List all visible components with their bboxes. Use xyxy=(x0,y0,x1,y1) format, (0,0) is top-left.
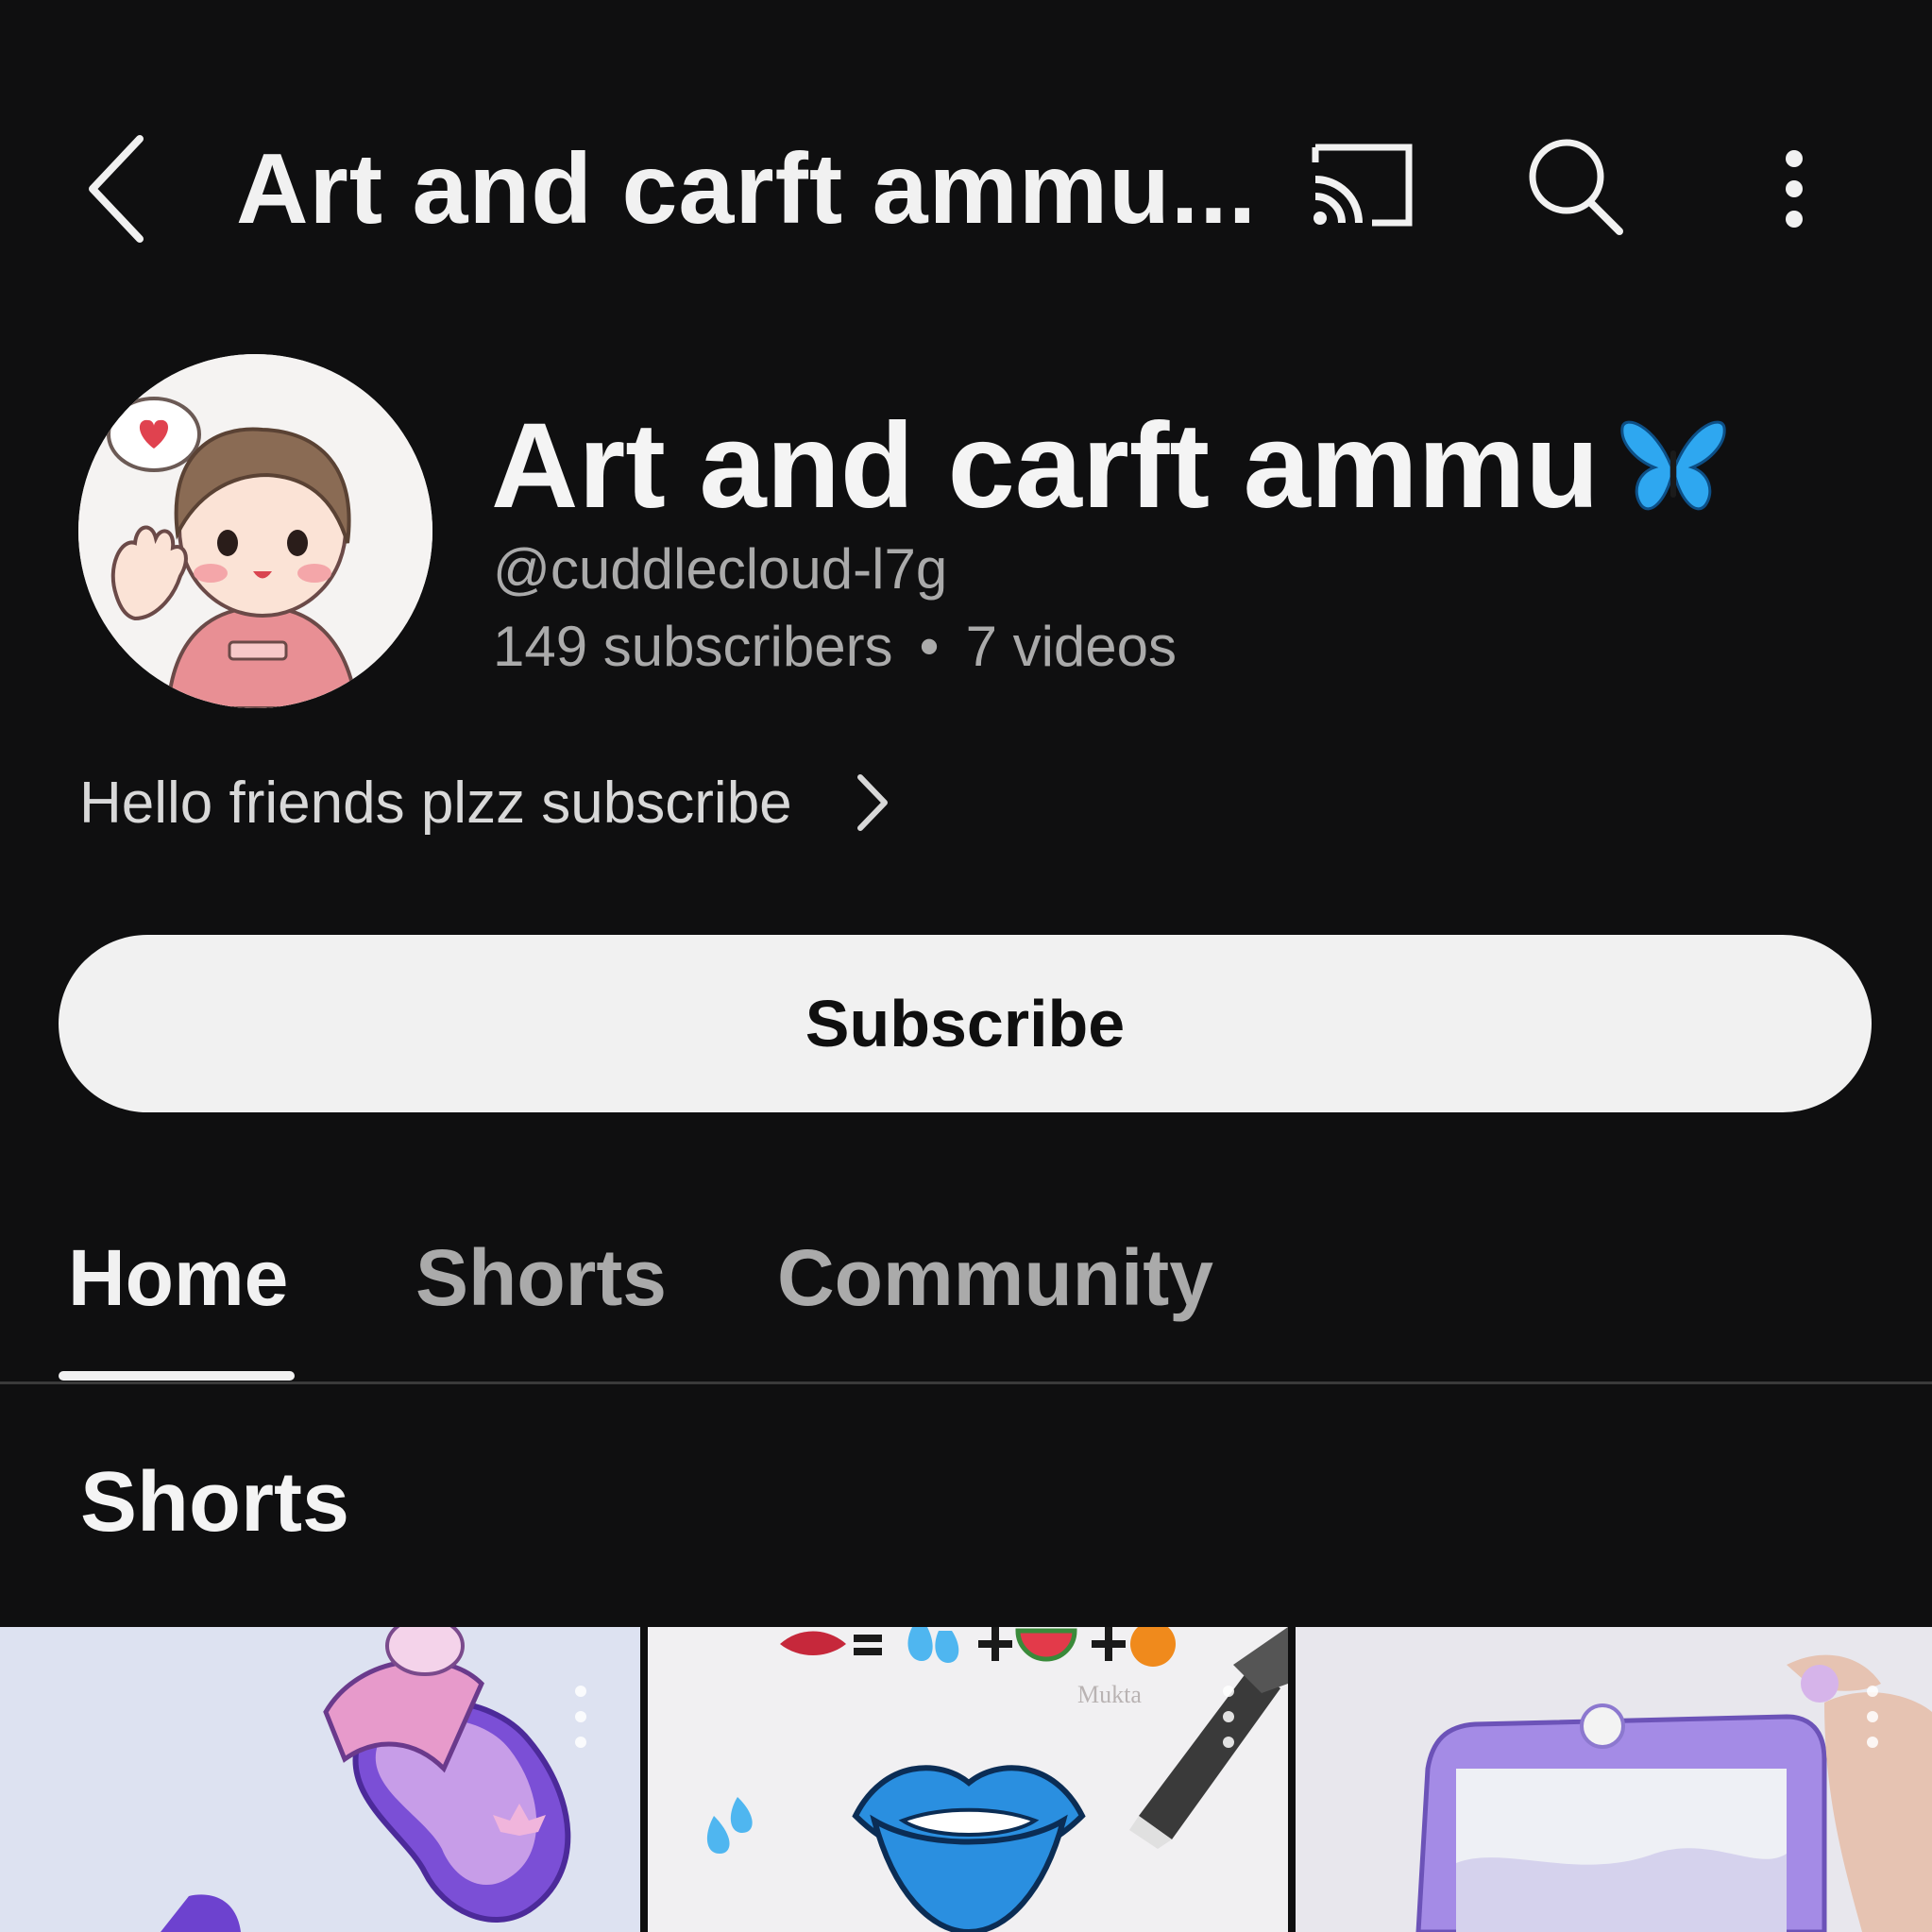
short-card[interactable]: Mukta xyxy=(648,1627,1288,1932)
subscriber-count: 149 subscribers xyxy=(493,615,893,678)
cast-button[interactable] xyxy=(1308,142,1416,231)
channel-description: Hello friends plzz subscribe xyxy=(79,770,792,836)
chevron-right-icon xyxy=(856,774,888,831)
channel-page: Art and carft ammu... Art and carft ammu… xyxy=(0,0,1932,1932)
tab-shorts[interactable]: Shorts xyxy=(415,1232,667,1324)
tabs-divider xyxy=(0,1381,1932,1384)
top-app-bar: Art and carft ammu... xyxy=(0,0,1932,312)
search-button[interactable] xyxy=(1525,137,1629,241)
butterfly-icon xyxy=(1620,420,1726,510)
channel-avatar[interactable] xyxy=(78,354,432,708)
topbar-title: Art and carft ammu... xyxy=(236,133,1258,245)
shorts-section-title: Shorts xyxy=(80,1455,350,1550)
tab-home[interactable]: Home xyxy=(68,1232,288,1324)
more-vert-icon[interactable] xyxy=(567,1682,595,1753)
back-button[interactable] xyxy=(76,127,170,250)
short-thumbnail: Mukta xyxy=(648,1627,1288,1932)
selected-tab-indicator xyxy=(59,1371,295,1381)
channel-stats: 149 subscribers • 7 videos xyxy=(493,614,1177,679)
more-vert-icon[interactable] xyxy=(1214,1682,1243,1753)
tab-community[interactable]: Community xyxy=(777,1232,1213,1324)
back-arrow-icon xyxy=(89,135,144,243)
channel-handle: @cuddlecloud-l7g xyxy=(493,537,948,601)
subscribe-button[interactable]: Subscribe xyxy=(59,935,1872,1112)
more-vert-icon xyxy=(1786,150,1803,228)
video-count: 7 videos xyxy=(965,615,1178,678)
channel-description-link[interactable]: Hello friends plzz subscribe xyxy=(79,765,896,840)
short-card[interactable] xyxy=(0,1627,640,1932)
more-options-button[interactable] xyxy=(1766,142,1822,236)
shorts-grid: Mukta xyxy=(0,1627,1932,1932)
avatar-illustration xyxy=(78,354,432,708)
short-thumbnail xyxy=(0,1627,640,1932)
stats-separator: • xyxy=(919,615,940,678)
channel-name: Art and carft ammu xyxy=(491,397,1730,535)
channel-tabs: Home Shorts Community xyxy=(0,1199,1932,1388)
more-vert-icon[interactable] xyxy=(1858,1682,1887,1753)
short-card[interactable] xyxy=(1296,1627,1932,1932)
channel-name-text: Art and carft ammu xyxy=(491,398,1600,534)
short-thumbnail xyxy=(1296,1627,1932,1932)
search-icon xyxy=(1529,139,1623,235)
cast-icon xyxy=(1312,144,1413,227)
watermark-text: Mukta xyxy=(1077,1681,1142,1708)
